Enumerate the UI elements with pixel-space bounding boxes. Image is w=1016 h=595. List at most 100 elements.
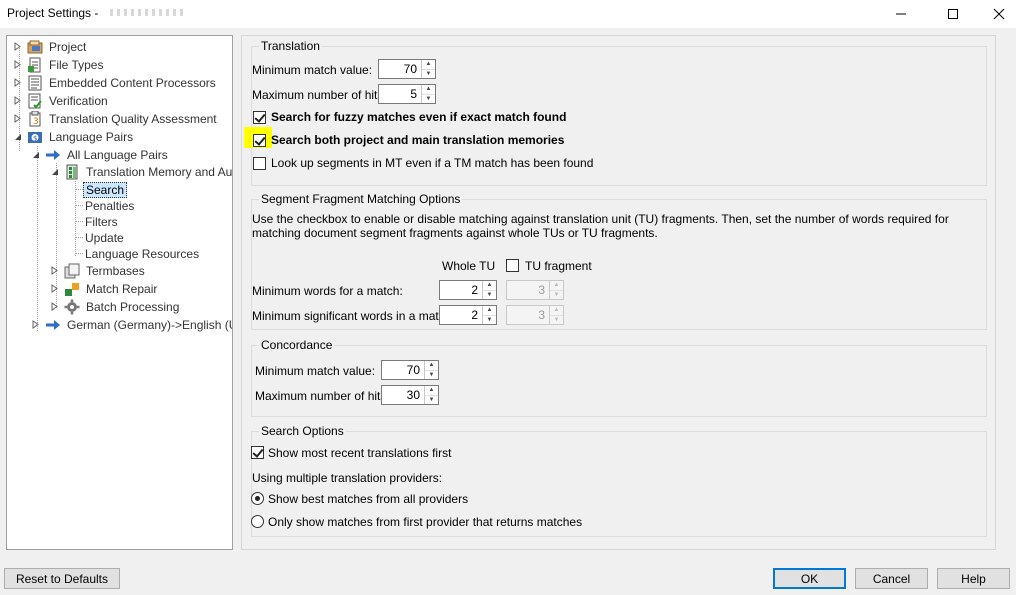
maximize-button[interactable] [930, 0, 976, 28]
tree-item-label: Embedded Content Processors [49, 75, 216, 90]
recent-first-checkbox[interactable] [251, 446, 264, 459]
tree-item-label: Filters [85, 214, 118, 229]
expand-icon[interactable] [31, 320, 40, 329]
maximize-icon [948, 9, 958, 19]
tree-item-language-pairs[interactable]: $ Language Pairs [13, 128, 135, 145]
up-arrow-icon[interactable]: ▲ [425, 361, 438, 370]
first-provider-radio[interactable] [251, 515, 264, 528]
tree-item-tqa[interactable]: 3 Translation Quality Assessment [13, 110, 219, 127]
tree-item-all-language-pairs[interactable]: All Language Pairs [31, 146, 170, 163]
tu-fragment-checkbox[interactable] [506, 259, 519, 272]
tree-item-label: Search [83, 181, 128, 198]
expand-icon[interactable] [13, 96, 22, 105]
tree-item-label: Translation Memory and Aut [86, 164, 233, 179]
tree-item-label: Verification [49, 93, 108, 108]
collapse-icon[interactable] [13, 132, 22, 141]
concordance-min-match-stepper[interactable]: 70 ▲ ▼ [381, 360, 439, 380]
tree-item-project[interactable]: Project [13, 38, 88, 55]
fragment-description: Use the checkbox to enable or disable ma… [252, 212, 949, 240]
reset-defaults-button[interactable]: Reset to Defaults [4, 568, 120, 589]
down-arrow-icon[interactable]: ▼ [425, 394, 438, 405]
group-title: Search Options [259, 424, 346, 438]
expand-icon[interactable] [50, 266, 59, 275]
file-types-icon [27, 57, 43, 73]
max-hits-stepper[interactable]: 5 ▲ ▼ [378, 84, 436, 104]
recent-first-label: Show most recent translations first [268, 446, 452, 460]
tree-item-language-resources[interactable]: Language Resources [83, 245, 201, 262]
tree-item-filters[interactable]: Filters [83, 213, 120, 230]
tree-item-label: Batch Processing [86, 299, 180, 314]
stepper-value: 70 [403, 62, 417, 76]
tree-item-german-english[interactable]: German (Germany)->English (U [31, 316, 232, 333]
expand-icon[interactable] [13, 78, 22, 87]
down-arrow-icon[interactable]: ▼ [422, 93, 435, 104]
tree-item-update[interactable]: Update [83, 229, 126, 246]
up-arrow-icon[interactable]: ▲ [483, 306, 496, 315]
collapse-icon[interactable] [31, 150, 40, 159]
min-significant-whole-stepper[interactable]: 2 ▲ ▼ [439, 305, 497, 325]
tu-fragment-header: TU fragment [525, 259, 592, 273]
minimize-button[interactable] [878, 0, 924, 28]
tree-item-embedded-content[interactable]: Embedded Content Processors [13, 74, 218, 91]
match-repair-icon [64, 281, 80, 297]
tree-item-search[interactable]: Search [83, 181, 128, 198]
cancel-button[interactable]: Cancel [855, 568, 928, 589]
minimize-icon [896, 13, 906, 15]
up-arrow-icon[interactable]: ▲ [425, 386, 438, 395]
tree-item-verification[interactable]: Verification [13, 92, 110, 109]
concordance-min-match-label: Minimum match value: [255, 364, 376, 378]
ok-button[interactable]: OK [773, 568, 846, 589]
concordance-max-hits-stepper[interactable]: 30 ▲ ▼ [381, 385, 439, 405]
down-arrow-icon[interactable]: ▼ [483, 289, 496, 300]
both-memories-checkbox[interactable] [253, 134, 266, 147]
stepper-value: 3 [538, 308, 545, 322]
project-name-redacted [110, 9, 185, 16]
first-provider-label: Only show matches from first provider th… [268, 515, 583, 529]
tree-item-label: Project [49, 39, 87, 54]
help-button[interactable]: Help [937, 568, 1010, 589]
mt-lookup-checkbox[interactable] [253, 157, 266, 170]
tree-item-translation-memory[interactable]: Translation Memory and Aut [50, 163, 233, 180]
tree-item-termbases[interactable]: Termbases [50, 262, 147, 279]
multiple-providers-label: Using multiple translation providers: [252, 471, 443, 485]
tree-line [75, 189, 83, 190]
min-significant-fragment-stepper[interactable]: 3 ▲ ▼ [506, 305, 564, 325]
expand-icon[interactable] [13, 60, 22, 69]
tree-item-file-types[interactable]: File Types [13, 56, 105, 73]
down-arrow-icon[interactable]: ▼ [483, 314, 496, 325]
fuzzy-checkbox[interactable] [253, 111, 266, 124]
down-arrow-icon: ▼ [550, 289, 563, 300]
tree-item-match-repair[interactable]: Match Repair [50, 280, 159, 297]
tree-line [75, 237, 83, 238]
best-matches-radio[interactable] [251, 492, 264, 505]
expand-icon[interactable] [50, 284, 59, 293]
min-words-whole-stepper[interactable]: 2 ▲ ▼ [439, 280, 497, 300]
tree-item-batch-processing[interactable]: Batch Processing [50, 298, 181, 315]
tm-icon [64, 164, 80, 180]
expand-icon[interactable] [13, 114, 22, 123]
min-words-label: Minimum words for a match: [252, 284, 403, 298]
up-arrow-icon[interactable]: ▲ [483, 281, 496, 290]
up-arrow-icon[interactable]: ▲ [422, 85, 435, 94]
collapse-icon[interactable] [50, 167, 59, 176]
min-words-fragment-stepper[interactable]: 3 ▲ ▼ [506, 280, 564, 300]
expand-icon[interactable] [13, 42, 22, 51]
fragment-group: Segment Fragment Matching Options Use th… [251, 192, 987, 330]
project-icon [27, 39, 43, 55]
stepper-value: 3 [538, 283, 545, 297]
close-button[interactable] [976, 0, 1016, 28]
search-settings-panel: Translation Minimum match value: 70 ▲ ▼ M… [241, 35, 996, 550]
expand-icon[interactable] [50, 302, 59, 311]
up-arrow-icon[interactable]: ▲ [422, 60, 435, 69]
tree-item-label: Language Resources [85, 246, 200, 261]
group-title: Concordance [259, 338, 335, 352]
max-hits-label: Maximum number of hits: [252, 88, 387, 102]
min-match-stepper[interactable]: 70 ▲ ▼ [378, 59, 436, 79]
down-arrow-icon[interactable]: ▼ [425, 369, 438, 380]
tqa-icon: 3 [27, 110, 43, 127]
down-arrow-icon[interactable]: ▼ [422, 68, 435, 79]
fuzzy-label: Search for fuzzy matches even if exact m… [271, 110, 567, 124]
settings-tree[interactable]: Project File Types Embedded Content Proc… [6, 35, 233, 550]
tree-item-penalties[interactable]: Penalties [83, 197, 136, 214]
title-bar: Project Settings - [0, 0, 1016, 28]
